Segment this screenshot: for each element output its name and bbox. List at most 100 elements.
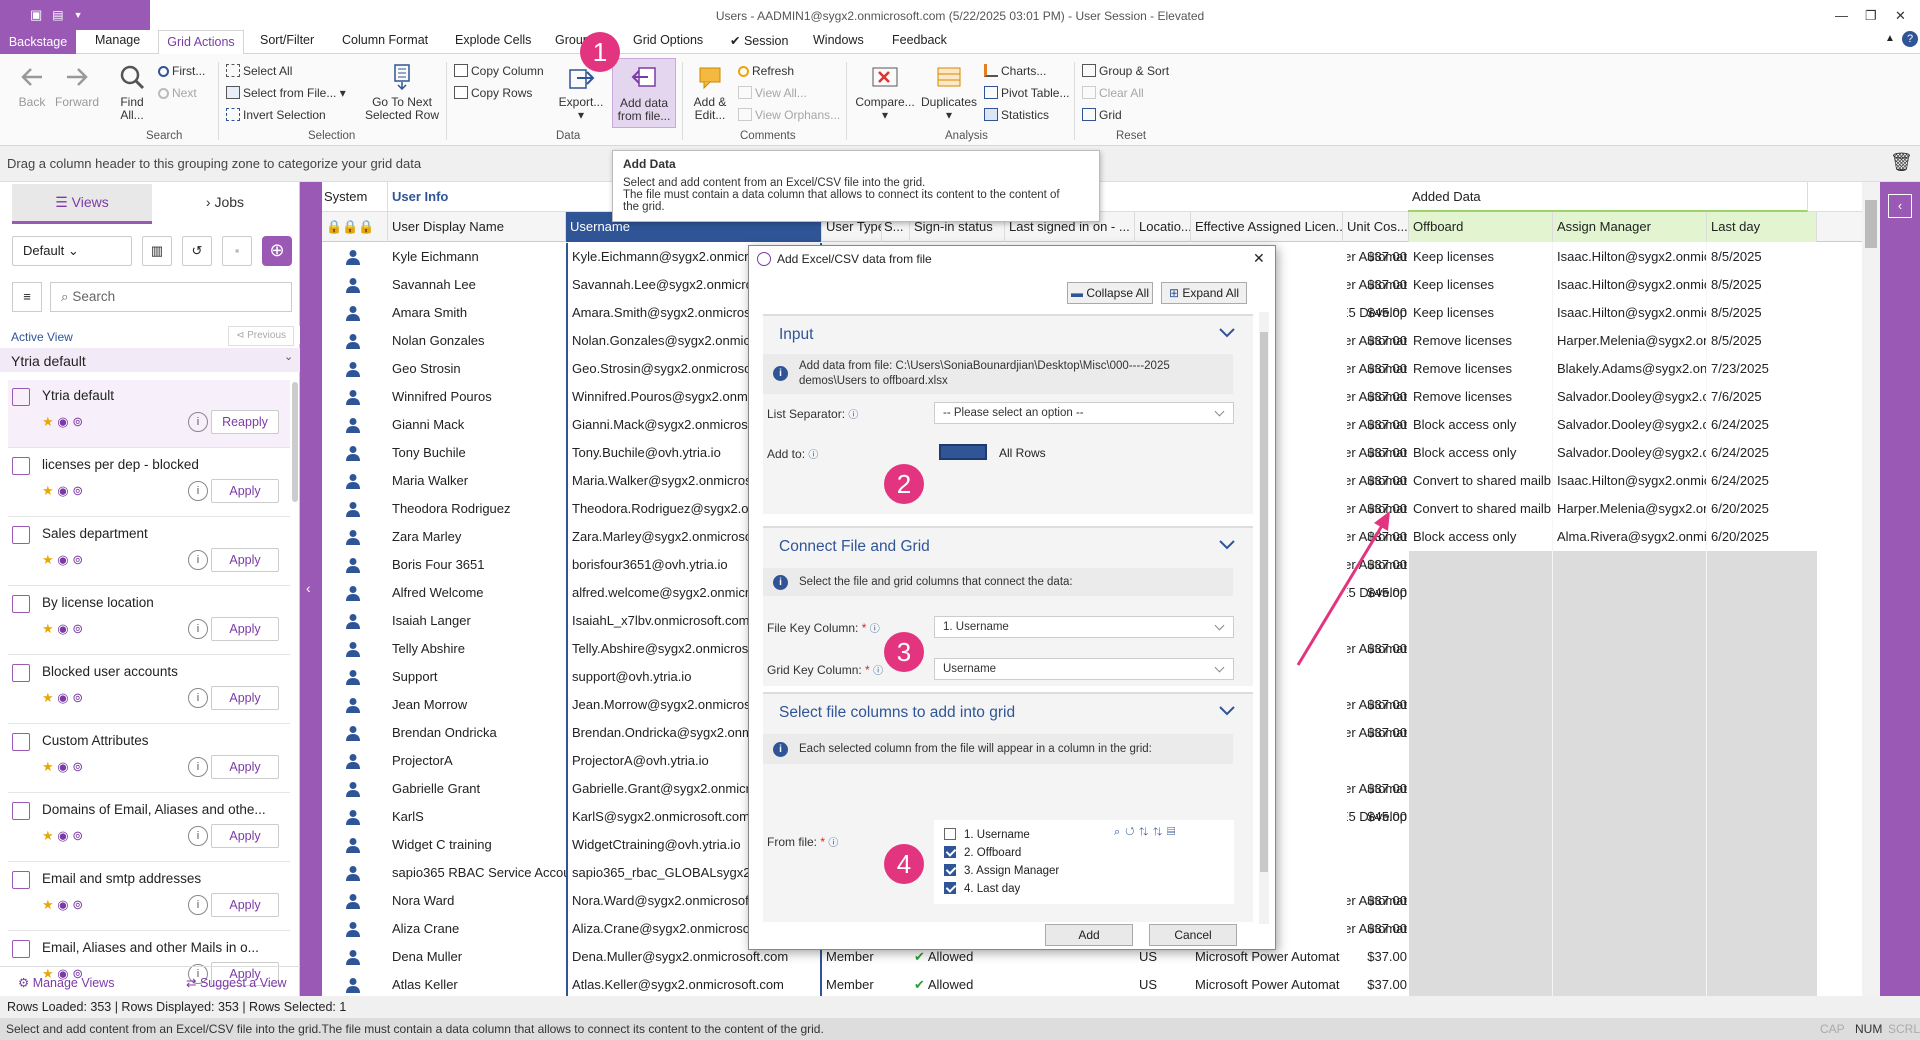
cell-last-day[interactable]: 7/6/2025 — [1707, 383, 1817, 411]
star-icon[interactable]: ★ ◉ ⊚ — [42, 759, 83, 775]
cell-last-day[interactable]: 6/20/2025 — [1707, 495, 1817, 523]
file-column-item[interactable]: 2. Offboard — [944, 846, 1021, 859]
cell-offboard[interactable]: Block access only — [1409, 439, 1553, 467]
charts-button[interactable]: Charts... — [984, 64, 1046, 78]
cell-last-day[interactable] — [1707, 579, 1817, 607]
add-view-icon[interactable]: ⊕ — [262, 236, 292, 266]
cell-last-day[interactable] — [1707, 831, 1817, 859]
cell-offboard[interactable] — [1409, 943, 1553, 971]
cell-offboard[interactable] — [1409, 971, 1553, 996]
view-item[interactable]: licenses per dep - blocked ★ ◉ ⊚ i Apply — [8, 449, 290, 517]
table-row[interactable]: Atlas Keller Atlas.Keller@sygx2.onmicroso… — [322, 971, 1862, 996]
cell-assign-manager[interactable] — [1553, 775, 1707, 803]
views-scrollbar[interactable] — [292, 382, 298, 502]
refresh-button[interactable]: Refresh — [738, 64, 794, 78]
cell-display-name[interactable]: Jean Morrow — [392, 691, 566, 719]
forward-button[interactable]: Forward — [54, 64, 100, 109]
cell-last-day[interactable] — [1707, 915, 1817, 943]
cancel-button[interactable]: Cancel — [1149, 924, 1237, 946]
cell-last-day[interactable] — [1707, 663, 1817, 691]
apply-button[interactable]: Apply — [211, 548, 279, 572]
cell-unit-cost[interactable]: $37.00 — [1343, 971, 1407, 996]
statistics-button[interactable]: Statistics — [984, 108, 1049, 122]
minimize-icon[interactable]: — — [1835, 8, 1848, 23]
group-sort-button[interactable]: Group & Sort — [1082, 64, 1169, 78]
grid-scrollbar[interactable] — [1862, 182, 1880, 996]
tab-feedback[interactable]: Feedback — [892, 33, 947, 47]
cell-assign-manager[interactable]: Isaac.Hilton@sygx2.onmic — [1553, 271, 1707, 299]
cell-assign-manager[interactable] — [1553, 971, 1707, 996]
columns-icon[interactable]: ▥ — [142, 236, 172, 266]
cell-offboard[interactable]: Keep licenses — [1409, 243, 1553, 271]
cell-assign-manager[interactable]: Isaac.Hilton@sygx2.onmic — [1553, 467, 1707, 495]
previous-button[interactable]: ⊲ Previous — [228, 326, 294, 346]
file-key-select[interactable]: 1. Username — [934, 616, 1234, 638]
add-edit-button[interactable]: Add & Edit... — [690, 64, 730, 122]
default-view-dropdown[interactable]: Default ⌄ — [12, 236, 132, 266]
cell-display-name[interactable]: Isaiah Langer — [392, 607, 566, 635]
cell-last-day[interactable] — [1707, 803, 1817, 831]
apply-button[interactable]: Apply — [211, 617, 279, 641]
cell-display-name[interactable]: Widget C training — [392, 831, 566, 859]
star-icon[interactable]: ★ ◉ ⊚ — [42, 552, 83, 568]
chevron-down-icon[interactable] — [1219, 540, 1235, 550]
cell-last-day[interactable] — [1707, 943, 1817, 971]
apply-button[interactable]: Apply — [211, 893, 279, 917]
cell-unit-cost[interactable]: $37.00 — [1343, 887, 1407, 915]
scroll-thumb[interactable] — [1865, 200, 1877, 248]
header-location[interactable]: Locatio... — [1135, 212, 1191, 242]
select-all-button[interactable]: Select All — [226, 64, 292, 78]
cell-unit-cost[interactable]: $45.00 — [1343, 299, 1407, 327]
cell-assign-manager[interactable] — [1553, 607, 1707, 635]
apply-button[interactable]: Apply — [211, 824, 279, 848]
cell-assign-manager[interactable]: Alma.Rivera@sygx2.onmi — [1553, 523, 1707, 551]
cell-username[interactable]: Atlas.Keller@sygx2.onmicrosoft.com — [566, 971, 822, 996]
back-button[interactable]: Back — [14, 64, 50, 109]
cell-offboard[interactable] — [1409, 663, 1553, 691]
tab-backstage[interactable]: Backstage — [0, 30, 76, 54]
cell-last-day[interactable] — [1707, 859, 1817, 887]
header-offboard[interactable]: Offboard — [1409, 212, 1553, 242]
cell-assign-manager[interactable]: Salvador.Dooley@sygx2.c — [1553, 439, 1707, 467]
cell-offboard[interactable] — [1409, 915, 1553, 943]
restore-icon[interactable]: ❐ — [1865, 8, 1877, 24]
cell-offboard[interactable] — [1409, 859, 1553, 887]
cell-signin[interactable]: ✔ Allowed — [914, 971, 1004, 996]
cell-last-day[interactable] — [1707, 775, 1817, 803]
cell-offboard[interactable]: Remove licenses — [1409, 327, 1553, 355]
cell-last-day[interactable]: 8/5/2025 — [1707, 299, 1817, 327]
cell-display-name[interactable]: Maria Walker — [392, 467, 566, 495]
cell-unit-cost[interactable]: $37.00 — [1343, 271, 1407, 299]
cell-assign-manager[interactable] — [1553, 915, 1707, 943]
cell-location[interactable]: US — [1139, 971, 1189, 996]
cell-offboard[interactable]: Keep licenses — [1409, 271, 1553, 299]
add-button[interactable]: Add — [1045, 924, 1133, 946]
cell-offboard[interactable] — [1409, 775, 1553, 803]
cell-offboard[interactable] — [1409, 635, 1553, 663]
cell-assign-manager[interactable] — [1553, 831, 1707, 859]
cell-display-name[interactable]: Boris Four 3651 — [392, 551, 566, 579]
copy-rows-button[interactable]: Copy Rows — [454, 86, 532, 100]
cell-unit-cost[interactable]: $37.00 — [1343, 467, 1407, 495]
header-last-day[interactable]: Last day — [1707, 212, 1817, 242]
manage-views-link[interactable]: ⚙ Manage Views — [18, 975, 114, 990]
clear-all-button[interactable]: Clear All — [1082, 86, 1144, 100]
cell-offboard[interactable] — [1409, 747, 1553, 775]
view-item[interactable]: Custom Attributes ★ ◉ ⊚ i Apply — [8, 725, 290, 793]
cell-display-name[interactable]: KarlS — [392, 803, 566, 831]
collapse-left-icon[interactable]: ‹ — [306, 580, 311, 596]
cell-offboard[interactable]: Block access only — [1409, 523, 1553, 551]
cell-assign-manager[interactable]: Salvador.Dooley@sygx2.c — [1553, 383, 1707, 411]
list-separator-select[interactable]: -- Please select an option -- — [934, 402, 1234, 424]
cell-last-day[interactable] — [1707, 887, 1817, 915]
cell-display-name[interactable]: Atlas Keller — [392, 971, 566, 996]
star-icon[interactable]: ★ ◉ ⊚ — [42, 414, 83, 430]
cell-display-name[interactable]: Dena Muller — [392, 943, 566, 971]
info-icon[interactable]: i — [188, 619, 208, 639]
cell-offboard[interactable]: Remove licenses — [1409, 383, 1553, 411]
collapse-all-button[interactable]: ▬ Collapse All — [1067, 282, 1153, 304]
cell-unit-cost[interactable] — [1343, 747, 1407, 775]
expand-all-button[interactable]: ⊞ Expand All — [1161, 282, 1247, 304]
cell-display-name[interactable]: ProjectorA — [392, 747, 566, 775]
cell-assign-manager[interactable]: Salvador.Dooley@sygx2.c — [1553, 411, 1707, 439]
